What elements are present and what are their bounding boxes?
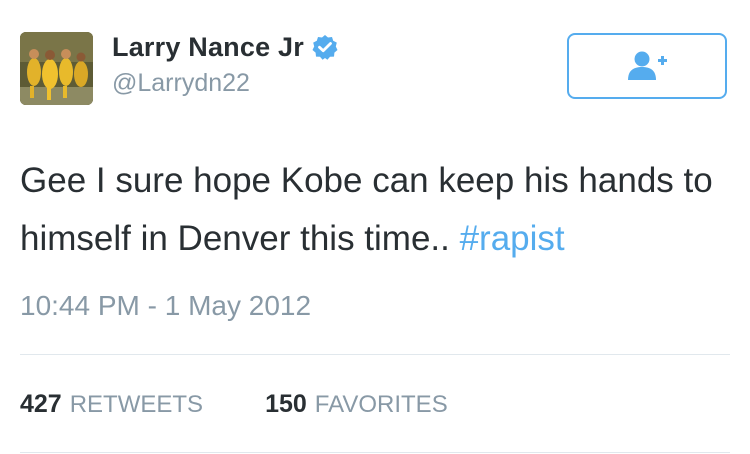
follow-button[interactable]	[567, 33, 727, 99]
hashtag-link[interactable]: #rapist	[460, 219, 565, 258]
tweet-text: Gee I sure hope Kobe can keep his hands …	[20, 152, 730, 268]
favorites-stat[interactable]: 150 FAVORITES	[265, 390, 448, 419]
retweets-stat[interactable]: 427 RETWEETS	[20, 390, 203, 419]
name-row: Larry Nance Jr	[112, 30, 338, 64]
tweet-card: Larry Nance Jr @Larrydn22 Gee I sure hop…	[0, 0, 750, 454]
verified-badge-icon	[312, 34, 338, 60]
divider	[20, 354, 730, 355]
avatar[interactable]	[20, 32, 93, 105]
favorites-label: FAVORITES	[314, 391, 448, 418]
avatar-photo	[20, 32, 93, 105]
user-handle[interactable]: @Larrydn22	[112, 69, 250, 98]
add-user-icon	[628, 51, 667, 80]
retweets-label: RETWEETS	[69, 391, 204, 418]
retweets-count: 427	[20, 390, 62, 418]
favorites-count: 150	[265, 390, 307, 418]
tweet-timestamp[interactable]: 10:44 PM - 1 May 2012	[20, 290, 311, 322]
tweet-stats: 427 RETWEETS 150 FAVORITES	[20, 390, 448, 419]
tweet-body: Gee I sure hope Kobe can keep his hands …	[20, 161, 713, 258]
divider	[20, 452, 730, 453]
display-name[interactable]: Larry Nance Jr	[112, 32, 304, 63]
